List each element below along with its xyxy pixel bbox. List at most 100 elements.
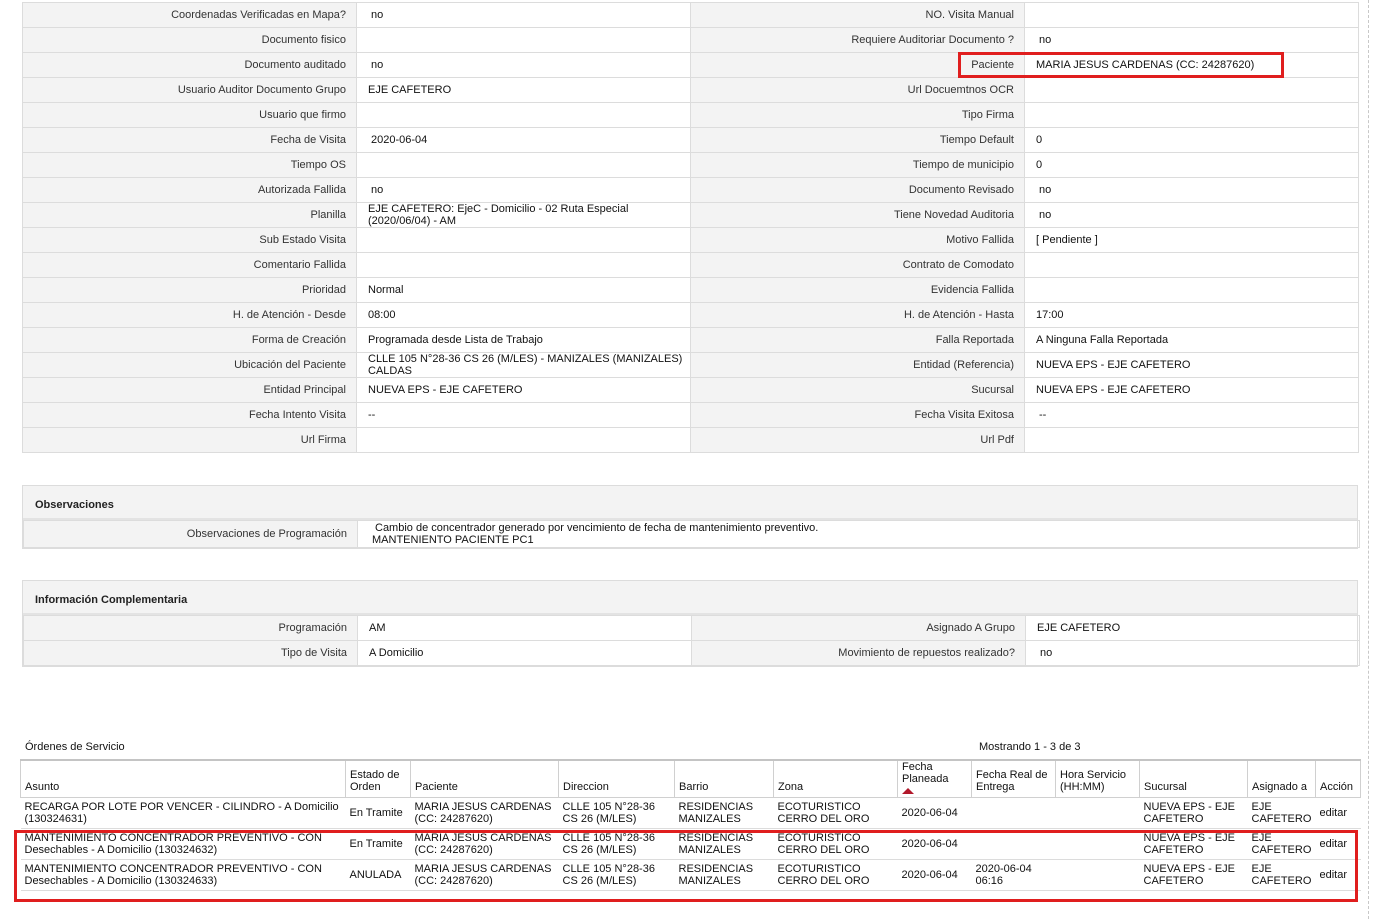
order-sucursal-cell: NUEVA EPS - EJE CAFETERO [1139,828,1248,860]
detail-row: Sub Estado Visita Motivo Fallida[ Pendien… [22,227,1359,253]
order-fecha-real-cell: 2020-06-04 06:16 [971,859,1056,891]
order-direccion-cell: CLLE 105 N°28-36 CS 26 (M/LES) [558,828,675,860]
tipo-firma-value [1024,102,1359,128]
order-zona-cell: ECOTURISTICO CERRO DEL ORO [773,797,898,829]
col-header-estado[interactable]: Estado de Orden [345,759,411,798]
fecha-visita-exitosa-label: Fecha Visita Exitosa [690,402,1025,428]
order-zona-cell: ECOTURISTICO CERRO DEL ORO [773,859,898,891]
order-fecha-real-cell [971,797,1056,829]
col-header-zona[interactable]: Zona [773,759,898,798]
contrato-de-comodato-label: Contrato de Comodato [690,252,1025,278]
informacion-complementaria-title: Información Complementaria [23,581,1357,615]
usuario-que-firmo-label: Usuario que firmo [22,102,357,128]
detail-row: Autorizada Fallida no Documento Revisado no [22,177,1359,203]
h-de-atencion-hasta-label: H. de Atención - Hasta [690,302,1025,328]
order-hora-cell [1055,859,1140,891]
sucursal-value: NUEVA EPS - EJE CAFETERO [1024,377,1359,403]
detail-row: Fecha Intento Visita -- Fecha Visita Exito… [22,402,1359,428]
pagination-count: Mostrando 1 - 3 de 3 [979,741,1081,753]
observaciones-programacion-label: Observaciones de Programación [23,520,358,548]
order-asunto-cell: RECARGA POR LOTE POR VENCER - CILINDRO -… [20,797,346,829]
observaciones-line-2: MANTENIENTO PACIENTE PC1 [372,534,534,546]
prioridad-label: Prioridad [22,277,357,303]
url-pdf-value [1024,427,1359,453]
h-de-atencion-desde-value: 08:00 [356,302,691,328]
order-row: MANTENIMIENTO CONCENTRADOR PREVENTIVO - … [20,828,1361,860]
coordenadas-verificadas-en-mapa-value: no [356,2,691,28]
documento-fisico-value [356,27,691,53]
autorizada-fallida-label: Autorizada Fallida [22,177,357,203]
order-hora-cell [1055,828,1140,860]
observaciones-line-1: Cambio de concentrador generado por venc… [375,522,819,534]
col-header-accion: Acción [1315,759,1361,798]
col-header-paciente[interactable]: Paciente [410,759,559,798]
tipo-de-visita-label: Tipo de Visita [23,640,358,666]
order-direccion-cell: CLLE 105 N°28-36 CS 26 (M/LES) [558,859,675,891]
forma-de-creacion-label: Forma de Creación [22,327,357,353]
informacion-complementaria-section: Información Complementaria Programación A… [22,580,1360,667]
entidad-principal-value: NUEVA EPS - EJE CAFETERO [356,377,691,403]
complementaria-row: Tipo de Visita A Domicilio Movimiento de r… [23,640,1360,666]
col-header-sucursal[interactable]: Sucursal [1139,759,1248,798]
sub-estado-visita-value [356,227,691,253]
programacion-label: Programación [23,615,358,641]
col-header-asunto[interactable]: Asunto [20,759,346,798]
detail-row: Entidad Principal NUEVA EPS - EJE CAFETER… [22,377,1359,403]
order-asunto-cell: MANTENIMIENTO CONCENTRADOR PREVENTIVO - … [20,828,346,860]
url-firma-value [356,427,691,453]
order-asignado-cell: EJE CAFETERO [1247,859,1316,891]
detail-row: Ubicación del Paciente CLLE 105 N°28-36 C… [22,352,1359,378]
col-header-barrio[interactable]: Barrio [674,759,774,798]
col-header-direccion[interactable]: Direccion [558,759,675,798]
observaciones-title: Observaciones [23,486,1357,520]
orders-header-row: Asunto Estado de Orden Paciente Direccio… [20,759,1361,798]
forma-de-creacion-value: Programada desde Lista de Trabajo [356,327,691,353]
coordenadas-verificadas-en-mapa-label: Coordenadas Verificadas en Mapa? [22,2,357,28]
complementaria-row: Programación AM Asignado A Grupo EJE CAFETE… [23,615,1360,641]
col-header-asignado[interactable]: Asignado a [1247,759,1316,798]
order-zona-cell: ECOTURISTICO CERRO DEL ORO [773,828,898,860]
planilla-label: Planilla [22,202,357,228]
detail-row: Usuario que firmo Tipo Firma [22,102,1359,128]
detail-row: H. de Atención - Desde 08:00 H. de Atenció… [22,302,1359,328]
falla-reportada-value: A Ninguna Falla Reportada [1024,327,1359,353]
ubicacion-del-paciente-value: CLLE 105 N°28-36 CS 26 (M/LES) - MANIZAL… [356,352,691,378]
documento-revisado-value: no [1024,177,1359,203]
tiempo-default-value: 0 [1024,127,1359,153]
comentario-fallida-value [356,252,691,278]
detail-row: Prioridad Normal Evidencia Fallida [22,277,1359,303]
col-header-hora-servicio[interactable]: Hora Servicio (HH:MM) [1055,759,1140,798]
comentario-fallida-label: Comentario Fallida [22,252,357,278]
autorizada-fallida-value: no [356,177,691,203]
detail-row: Tiempo OS Tiempo de municipio 0 [22,152,1359,178]
tiempo-de-municipio-label: Tiempo de municipio [690,152,1025,178]
editar-link[interactable]: editar [1315,797,1361,829]
editar-link[interactable]: editar [1315,859,1361,891]
col-header-fecha-planeada[interactable]: Fecha Planeada [897,759,972,798]
prioridad-value: Normal [356,277,691,303]
order-paciente-cell: MARIA JESUS CARDENAS (CC: 24287620) [410,828,559,860]
sub-estado-visita-label: Sub Estado Visita [22,227,357,253]
contrato-de-comodato-value [1024,252,1359,278]
paciente-value: MARIA JESUS CARDENAS (CC: 24287620) [1024,52,1359,78]
entidad-referencia-value: NUEVA EPS - EJE CAFETERO [1024,352,1359,378]
detail-row: Comentario Fallida Contrato de Comodato [22,252,1359,278]
detail-row: Planilla EJE CAFETERO: EjeC - Domicilio -… [22,202,1359,228]
fecha-intento-visita-label: Fecha Intento Visita [22,402,357,428]
order-estado-cell: ANULADA [345,859,411,891]
asignado-a-grupo-label: Asignado A Grupo [691,615,1026,641]
fecha-visita-exitosa-value: -- [1024,402,1359,428]
tiempo-os-value [356,152,691,178]
observaciones-programacion-value: Cambio de concentrador generado por venc… [357,520,1360,548]
fecha-intento-visita-value: -- [356,402,691,428]
order-hora-cell [1055,797,1140,829]
editar-link[interactable]: editar [1315,828,1361,860]
entidad-referencia-label: Entidad (Referencia) [690,352,1025,378]
entidad-principal-label: Entidad Principal [22,377,357,403]
sort-ascending-icon [902,788,914,794]
no-visita-manual-value [1024,2,1359,28]
motivo-fallida-value: [ Pendiente ] [1024,227,1359,253]
order-barrio-cell: RESIDENCIAS MANIZALES [674,797,774,829]
col-header-fecha-real[interactable]: Fecha Real de Entrega [971,759,1056,798]
url-docuemtnos-ocr-value [1024,77,1359,103]
